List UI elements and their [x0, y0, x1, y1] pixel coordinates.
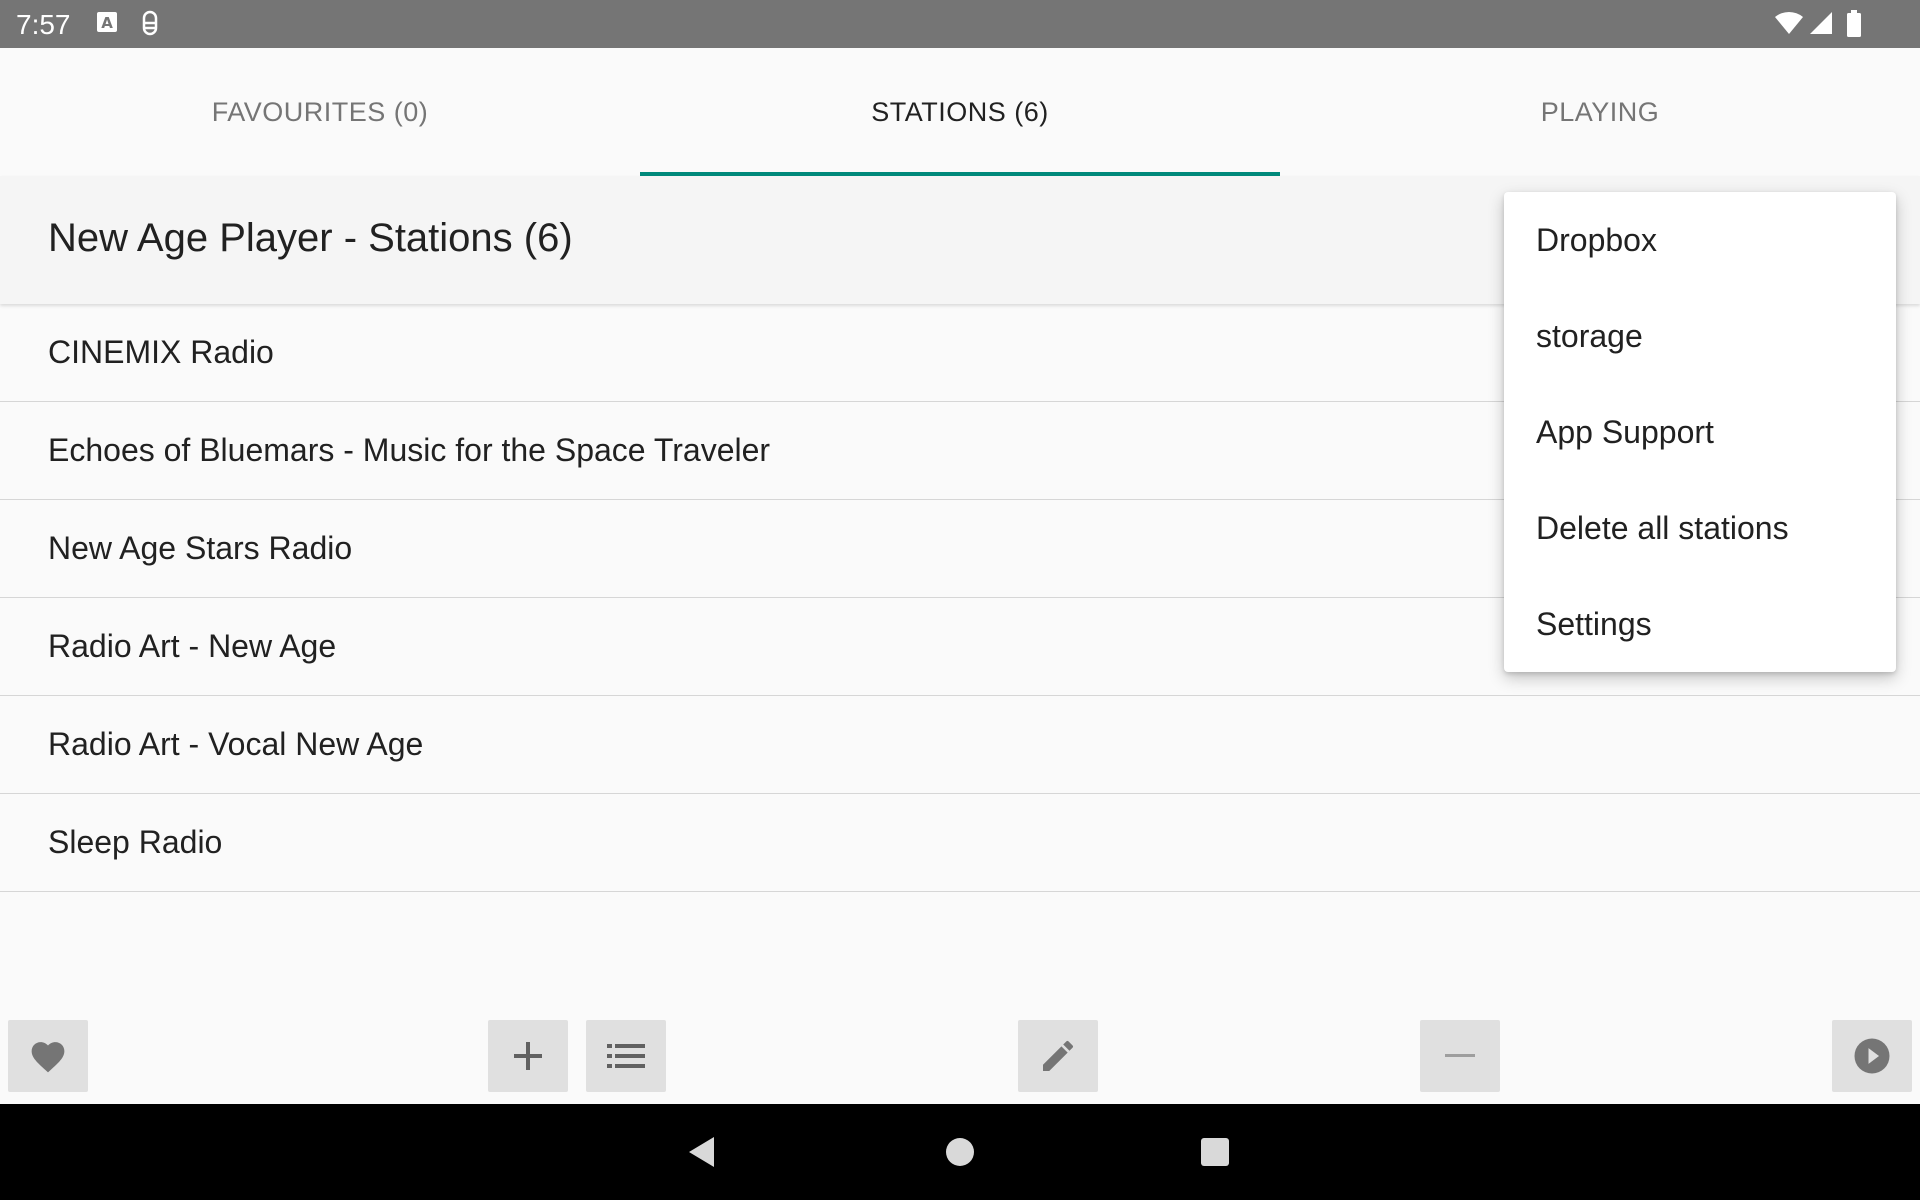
signal-icon [1808, 10, 1834, 36]
tab-stations[interactable]: STATIONS (6) [640, 48, 1280, 176]
play-button[interactable] [1832, 1020, 1912, 1092]
play-circle-icon [1854, 1038, 1890, 1074]
list-icon [607, 1044, 645, 1068]
menu-item-dropbox[interactable]: Dropbox [1504, 192, 1896, 288]
menu-item-app-support[interactable]: App Support [1504, 384, 1896, 480]
list-item[interactable]: Sleep Radio [0, 794, 1920, 892]
tab-bar: FAVOURITES (0) STATIONS (6) PLAYING [0, 48, 1920, 176]
add-station-button[interactable] [488, 1020, 568, 1092]
list-item[interactable]: Radio Art - Vocal New Age [0, 696, 1920, 794]
menu-item-delete-all-stations[interactable]: Delete all stations [1504, 480, 1896, 576]
remove-station-button[interactable] [1420, 1020, 1500, 1092]
overflow-menu: Dropbox storage App Support Delete all s… [1504, 192, 1896, 672]
edit-station-button[interactable] [1018, 1020, 1098, 1092]
keyboard-a-icon: A [96, 10, 118, 34]
home-circle-icon [946, 1138, 974, 1166]
wifi-icon [1774, 10, 1804, 36]
favourite-button[interactable] [8, 1020, 88, 1092]
tab-favourites[interactable]: FAVOURITES (0) [0, 48, 640, 176]
navigation-bar [0, 1104, 1920, 1200]
plus-icon [514, 1042, 542, 1070]
home-button[interactable] [936, 1128, 984, 1176]
svg-text:A: A [101, 14, 113, 32]
status-time: 7:57 [16, 9, 71, 40]
back-button[interactable] [678, 1128, 726, 1176]
android-debug-icon [138, 10, 162, 38]
menu-item-settings[interactable]: Settings [1504, 576, 1896, 672]
recents-button[interactable] [1191, 1128, 1239, 1176]
page-title: New Age Player - Stations (6) [48, 216, 573, 260]
recents-square-icon [1201, 1138, 1229, 1166]
back-triangle-icon [689, 1137, 714, 1167]
menu-item-storage[interactable]: storage [1504, 288, 1896, 384]
pencil-icon [1043, 1040, 1073, 1071]
battery-icon [1846, 10, 1862, 38]
list-button[interactable] [586, 1020, 666, 1092]
minus-icon [1445, 1054, 1475, 1057]
heart-icon [31, 1042, 65, 1073]
tab-playing[interactable]: PLAYING [1280, 48, 1920, 176]
status-bar: 7:57 A [0, 0, 1920, 48]
